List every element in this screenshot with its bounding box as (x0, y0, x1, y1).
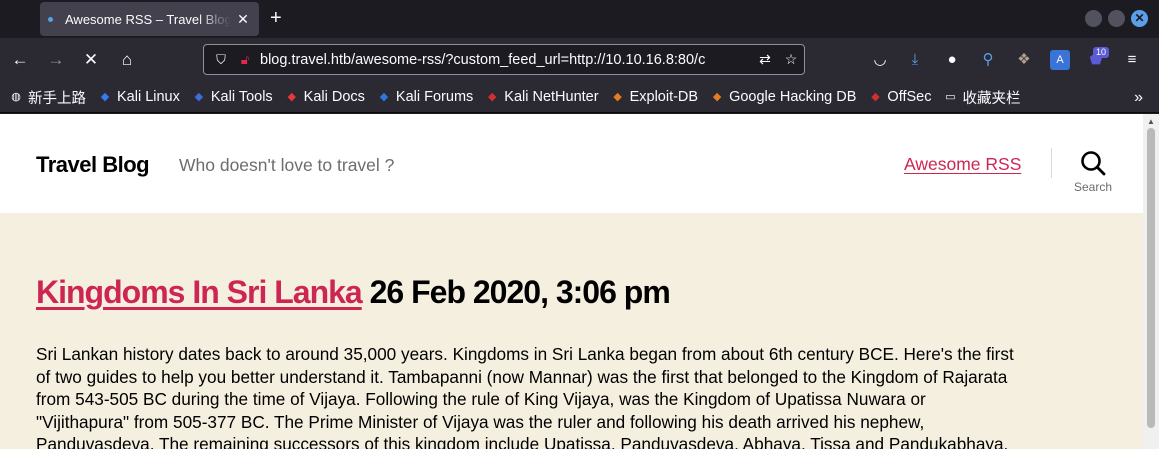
downloads-icon[interactable]: ⤓ (905, 50, 925, 70)
bookmark-item[interactable]: ◆ Kali Linux (97, 89, 180, 105)
forward-button[interactable]: → (45, 50, 67, 70)
tab-bar: Awesome RSS – Travel Blog ✕ + ✕ (0, 0, 1159, 38)
menu-item-awesome-rss[interactable]: Awesome RSS (904, 154, 1021, 175)
globe-icon: ◍ (11, 91, 21, 103)
bookmark-item[interactable]: ◆ OffSec (867, 89, 931, 105)
bookmark-label: Kali Tools (210, 89, 273, 105)
web-page: Travel Blog Who doesn't love to travel ?… (0, 114, 1143, 449)
extension-badge: 10 (1093, 47, 1110, 58)
translate-extension-icon[interactable]: A (1050, 50, 1070, 70)
address-bar[interactable]: ⛉ 🔓︎ blog.travel.htb/awesome-rss/?custom… (203, 44, 805, 75)
search-label: Search (1073, 180, 1113, 194)
content-line: Sri Lankan history dates back to around … (36, 344, 1014, 364)
site-header: Travel Blog Who doesn't love to travel ?… (0, 114, 1143, 213)
tab-close-icon[interactable]: ✕ (235, 11, 251, 27)
content-line: of two guides to help you better underst… (36, 366, 1008, 387)
bookmark-item[interactable]: ▭ 收藏夹栏 (942, 87, 1020, 108)
navigation-toolbar: ← → ✕ ⌂ ⛉ 🔓︎ blog.travel.htb/awesome-rss… (0, 38, 1159, 82)
pocket-icon[interactable]: ◡ (870, 50, 890, 70)
bookmark-item[interactable]: ◆ Kali Tools (191, 89, 273, 105)
header-divider (1051, 148, 1052, 178)
bookmark-item[interactable]: ◆ Kali Forums (376, 89, 474, 105)
ghdb-icon: ◆ (712, 91, 722, 103)
site-description: Who doesn't love to travel ? (179, 155, 395, 175)
bookmark-label: Exploit-DB (629, 89, 699, 105)
offsec-icon: ◆ (871, 91, 880, 103)
post-date: 26 Feb 2020, 3:06 pm (369, 274, 671, 310)
bookmarks-toolbar: ◍ 新手上路 ◆ Kali Linux ◆ Kali Tools ◆ Kali Docs ◆ Ka… (0, 82, 1159, 113)
search-icon (1081, 151, 1106, 176)
translate-icon[interactable]: ⇄ (752, 51, 778, 68)
bookmark-label: OffSec (887, 89, 932, 105)
key-icon[interactable]: ⚲ (978, 50, 998, 70)
stop-button[interactable]: ✕ (80, 50, 102, 70)
bookmark-label: Kali NetHunter (504, 89, 599, 105)
search-button[interactable]: Search (1068, 150, 1118, 194)
maximize-button[interactable] (1108, 10, 1125, 27)
nethunter-icon: ◆ (488, 91, 497, 103)
scrollbar-thumb[interactable] (1147, 128, 1155, 428)
bookmark-label: Kali Docs (303, 89, 365, 105)
browser-tab[interactable]: Awesome RSS – Travel Blog ✕ (40, 2, 259, 36)
bookmark-star-icon[interactable]: ☆ (778, 51, 804, 68)
bookmark-item[interactable]: ◍ 新手上路 (8, 87, 86, 108)
kali-tools-icon: ◆ (194, 91, 204, 103)
tab-title: Awesome RSS – Travel Blog (65, 11, 231, 27)
bookmark-item[interactable]: ◆ Kali NetHunter (484, 89, 599, 105)
new-tab-button[interactable]: + (270, 8, 282, 28)
scroll-up-icon[interactable]: ▲ (1147, 117, 1155, 126)
bookmark-label: Kali Forums (395, 89, 474, 105)
app-menu-icon[interactable]: ≡ (1122, 50, 1142, 70)
kali-forums-icon: ◆ (379, 91, 389, 103)
post-title: Kingdoms In Sri Lanka 26 Feb 2020, 3:06 … (36, 274, 671, 311)
extension-icon[interactable]: ❖ (1014, 50, 1034, 70)
bookmark-label: Kali Linux (117, 89, 180, 105)
post-content: Sri Lankan history dates back to around … (36, 343, 1106, 449)
content-line: "Vijithapura" from 505-377 BC. The Prime… (36, 411, 925, 432)
bookmark-label: 收藏夹栏 (962, 90, 1021, 107)
bookmark-label: Google Hacking DB (729, 89, 857, 105)
bookmark-label: 新手上路 (28, 90, 86, 107)
tab-loading-icon (48, 16, 53, 22)
shield-icon[interactable]: ⛉ (212, 52, 230, 68)
page-scrollbar[interactable]: ▲ (1143, 114, 1159, 449)
bookmark-item[interactable]: ◆ Kali Docs (284, 89, 365, 105)
url-text[interactable]: blog.travel.htb/awesome-rss/?custom_feed… (260, 52, 752, 68)
chevron-more-icon[interactable]: » (1134, 89, 1143, 107)
post-title-link[interactable]: Kingdoms In Sri Lanka (36, 274, 363, 310)
bookmark-item[interactable]: ◆ Exploit-DB (610, 89, 699, 105)
bookmark-item[interactable]: ◆ Google Hacking DB (709, 89, 857, 105)
kali-docs-icon: ◆ (287, 91, 296, 103)
site-title[interactable]: Travel Blog (36, 152, 150, 178)
folder-icon: ▭ (945, 91, 956, 103)
insecure-lock-icon[interactable]: 🔓︎ (236, 52, 254, 68)
account-icon[interactable]: ● (942, 50, 962, 70)
content-line: from 543-505 BC during the time of Vijay… (36, 389, 926, 410)
exploit-db-icon: ◆ (613, 91, 622, 103)
kali-dragon-icon: ◆ (100, 91, 110, 103)
home-button[interactable]: ⌂ (116, 50, 138, 70)
back-button[interactable]: ← (9, 50, 31, 70)
content-line: Panduvasdeva. The remaining successors o… (36, 434, 1009, 449)
minimize-button[interactable] (1085, 10, 1102, 27)
close-window-button[interactable]: ✕ (1131, 10, 1148, 27)
